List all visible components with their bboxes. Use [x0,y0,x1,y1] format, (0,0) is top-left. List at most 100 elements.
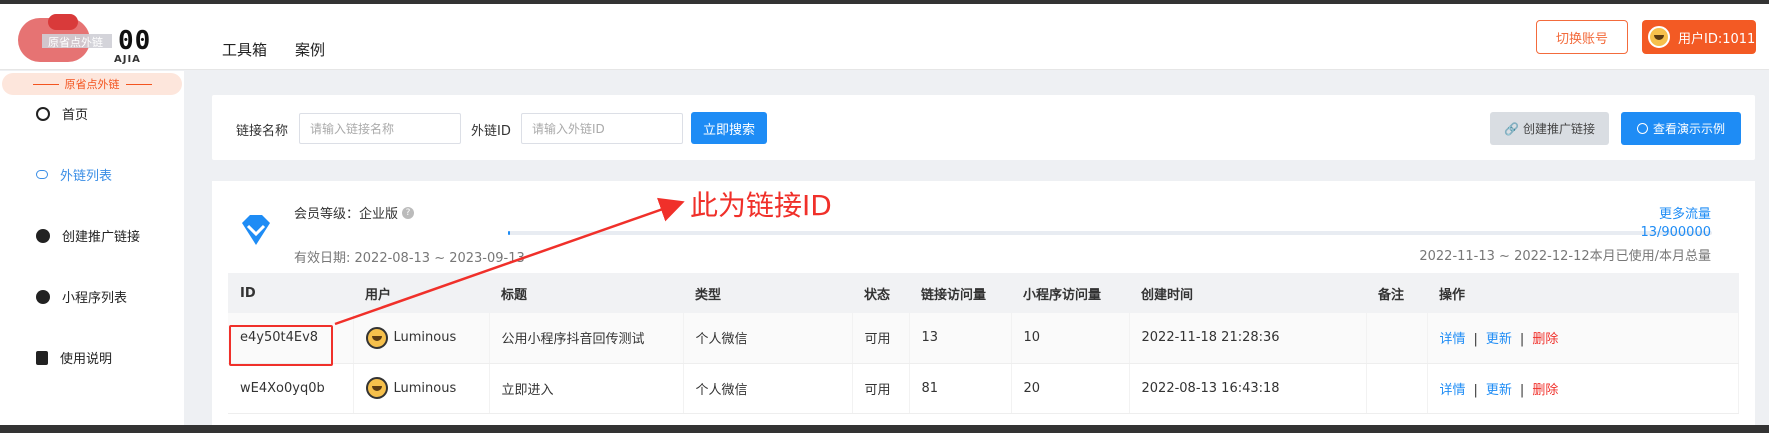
col-user: 用户 [353,273,489,313]
cell-link-visits: 81 [909,363,1012,414]
help-icon[interactable]: ? [402,206,415,219]
home-icon [36,106,50,121]
more-traffic-link[interactable]: 更多流量 [1659,203,1711,222]
play-icon [1636,123,1648,134]
link-id-label: 外链ID [471,124,511,139]
banner-line-left [32,83,59,85]
plus-circle-icon [36,228,50,243]
cell-note [1366,313,1428,364]
col-actions: 操作 [1427,273,1739,313]
sidebar-banner: 原省点外链 [2,73,182,95]
cell-mini-visits: 10 [1011,313,1130,364]
user-id-button[interactable]: 用户ID:1011 [1642,20,1756,54]
table-row: wE4Xo0yq0b Luminous 立即进入 个人微信 可用 81 20 2… [228,363,1739,414]
top-nav: 工具箱 案例 [222,39,325,60]
diamond-icon [242,215,270,245]
cell-created: 2022-08-13 16:43:18 [1129,363,1367,414]
sidebar-item-label: 创建推广链接 [62,230,141,245]
sidebar-item-link-list[interactable]: 外链列表 [36,165,112,184]
usage-range: 2022-11-13 ~ 2022-12-12本月已使用/本月总量 [1419,249,1711,264]
sidebar-item-label: 外链列表 [60,169,113,184]
delete-link[interactable]: 删除 [1532,383,1558,398]
cell-id: wE4Xo0yq0b [228,363,354,414]
nav-toolbox[interactable]: 工具箱 [222,39,267,60]
col-link-visits: 链接访问量 [909,273,1011,313]
usage-count: 13/900000 [1640,225,1711,240]
membership-level-text: 会员等级：企业版 [294,207,399,222]
cell-title: 公用小程序抖音回传测试 [489,313,684,364]
link-name-input[interactable]: 请输入链接名称 [299,113,461,144]
cell-link-visits: 13 [909,313,1012,364]
action-separator: | [1519,382,1525,398]
delete-link[interactable]: 删除 [1532,332,1558,347]
link-id-input[interactable]: 请输入外链ID [521,113,683,144]
miniapp-icon [36,289,50,304]
col-created: 创建时间 [1129,273,1366,313]
user-avatar-icon [365,326,388,349]
link-name-label: 链接名称 [236,124,289,139]
cell-type: 个人微信 [683,363,853,414]
cell-title: 立即进入 [489,363,684,414]
cell-actions: 详情 | 更新 | 删除 [1427,313,1739,364]
logo: 原省点外链 00 AJIA [18,14,168,66]
col-type: 类型 [683,273,852,313]
validity-date: 有效日期: 2022-08-13 ~ 2023-09-13 [294,251,525,266]
cell-id: e4y50t4Ev8 [228,313,354,364]
col-id: ID [228,273,353,313]
cell-mini-visits: 20 [1011,363,1130,414]
create-link-button[interactable]: 🔗 创建推广链接 [1490,112,1609,145]
view-demo-button[interactable]: 查看演示示例 [1621,112,1741,145]
sidebar-item-label: 首页 [62,108,89,123]
logo-blur-text: 原省点外链 [48,36,103,49]
nav-cases[interactable]: 案例 [295,39,325,60]
logo-blob-top [48,14,78,30]
cell-status: 可用 [852,363,910,414]
search-button[interactable]: 立即搜索 [691,112,767,144]
link-icon: 🔗 [1504,121,1519,136]
sidebar-item-home[interactable]: 首页 [36,104,88,123]
cell-note [1366,363,1428,414]
annotation-label: 此为链接ID [690,189,832,222]
sidebar-banner-label: 原省点外链 [64,78,120,91]
sidebar-item-label: 使用说明 [60,352,113,367]
cell-user: Luminous [353,363,490,414]
detail-link[interactable]: 详情 [1440,383,1466,398]
action-separator: | [1473,332,1478,348]
logo-mark: 00 [118,26,152,56]
create-link-label: 创建推广链接 [1522,122,1595,136]
sidebar-item-miniapp-list[interactable]: 小程序列表 [36,287,127,306]
cell-user: Luminous [353,313,490,364]
col-title: 标题 [489,273,683,313]
sidebar-item-label: 小程序列表 [62,291,128,306]
col-note: 备注 [1366,273,1427,313]
update-link[interactable]: 更新 [1486,383,1512,398]
banner-line-right [125,83,152,85]
sidebar: 原省点外链 首页 外链列表 创建推广链接 小程序列表 使用说明 [0,71,184,433]
logo-subtext: AJIA [114,54,141,65]
table-row: e4y50t4Ev8 Luminous 公用小程序抖音回传测试 个人微信 可用 … [228,313,1739,364]
cell-type: 个人微信 [683,313,853,364]
action-separator: | [1473,382,1478,398]
action-separator: | [1519,332,1525,348]
col-mini-visits: 小程序访问量 [1011,273,1129,313]
user-avatar-icon [1648,26,1670,48]
user-avatar-icon [365,377,388,399]
cell-user-name: Luminous [393,330,457,346]
switch-account-button[interactable]: 切换账号 [1536,20,1628,54]
doc-icon [36,350,48,365]
update-link[interactable]: 更新 [1486,332,1512,347]
link-list-panel: 会员等级：企业版 ? 有效日期: 2022-08-13 ~ 2023-09-13… [212,181,1755,433]
membership-level: 会员等级：企业版 ? [294,203,415,222]
usage-progress-bar [508,231,1712,235]
window-bottom-bar [0,425,1769,433]
detail-link[interactable]: 详情 [1440,332,1466,347]
cell-user-name: Luminous [393,380,457,396]
sidebar-item-instructions[interactable]: 使用说明 [36,348,112,367]
search-panel: 链接名称 请输入链接名称 外链ID 请输入外链ID 立即搜索 🔗 创建推广链接 … [212,95,1755,160]
usage-progress-fill [508,231,511,235]
link-table: ID 用户 标题 类型 状态 链接访问量 小程序访问量 创建时间 备注 操作 e… [228,273,1739,414]
top-header: 原省点外链 00 AJIA 工具箱 案例 切换账号 用户ID:1011 [0,4,1769,70]
view-demo-label: 查看演示示例 [1652,122,1725,136]
user-id-label: 用户ID:1011 [1678,31,1756,47]
sidebar-item-create-link[interactable]: 创建推广链接 [36,226,140,245]
